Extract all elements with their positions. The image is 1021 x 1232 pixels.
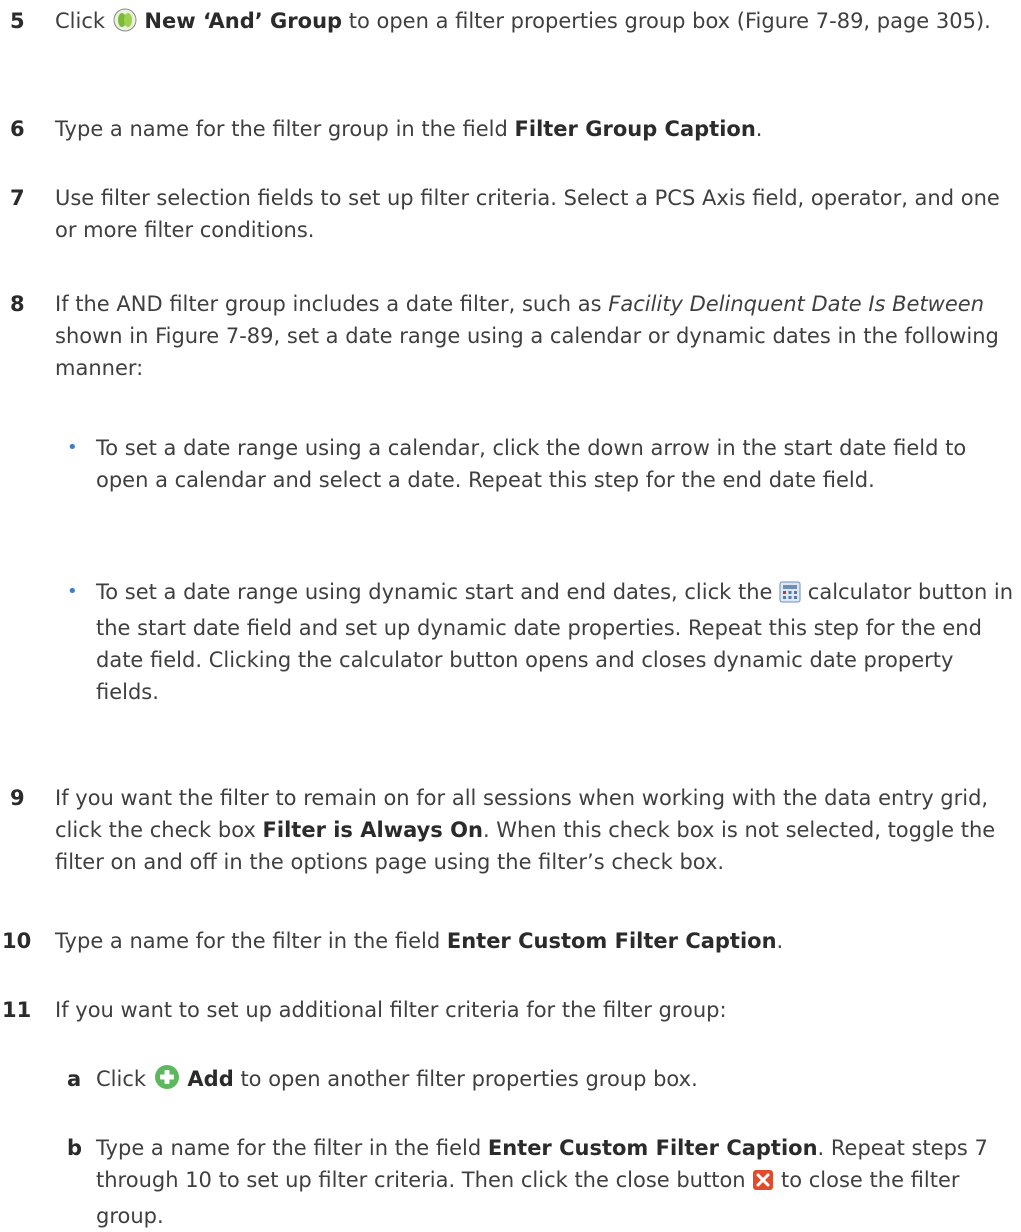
field-name: Enter Custom Filter Caption	[487, 1136, 818, 1160]
substep-letter: b	[67, 1136, 83, 1160]
step-text: If you want the filter to remain on for …	[55, 786, 996, 874]
step-text: Type a name for the filter in the field …	[55, 929, 784, 953]
step-text-post: to open a filter properties group box (F…	[348, 9, 991, 33]
substep-text: Type a name for the filter in the field …	[96, 1136, 988, 1228]
field-name: Filter Group Caption	[514, 117, 756, 141]
new-and-group-label: New ‘And’ Group	[144, 9, 343, 33]
bullet-text: To set a date range using dynamic start …	[96, 580, 1014, 704]
step-number: 5	[10, 9, 25, 33]
step-number: 11	[2, 998, 32, 1022]
step-text: Type a name for the filter group in the …	[55, 117, 763, 141]
add-label: Add	[187, 1067, 234, 1091]
step-text: If you want to set up additional filter …	[55, 998, 727, 1022]
step-number: 7	[10, 186, 25, 210]
field-name: Enter Custom Filter Caption	[446, 929, 777, 953]
bullet-text: To set a date range using a calendar, cl…	[96, 436, 967, 492]
bullet-icon: •	[67, 581, 78, 602]
step-number: 9	[10, 786, 25, 810]
substep-text: Click Add to open another filter propert…	[96, 1063, 1021, 1099]
step-text: Use filter selection fields to set up fi…	[55, 186, 1000, 242]
filter-example: Facility Delinquent Date Is Between	[608, 292, 985, 316]
add-icon	[153, 1064, 181, 1099]
step-number: 10	[2, 929, 32, 953]
step-number: 8	[10, 292, 25, 316]
step-number: 6	[10, 117, 25, 141]
substep-letter: a	[67, 1067, 82, 1091]
calculator-icon	[779, 580, 801, 612]
step-text: Click New ‘And’ Group to open a filter p…	[55, 5, 1010, 41]
close-icon	[752, 1168, 774, 1200]
step-text-pre: Click	[55, 9, 106, 33]
bullet-icon: •	[67, 437, 78, 458]
field-name: Filter is Always On	[262, 818, 483, 842]
new-and-group-icon	[112, 8, 138, 41]
step-text: If the AND filter group includes a date …	[55, 292, 999, 380]
